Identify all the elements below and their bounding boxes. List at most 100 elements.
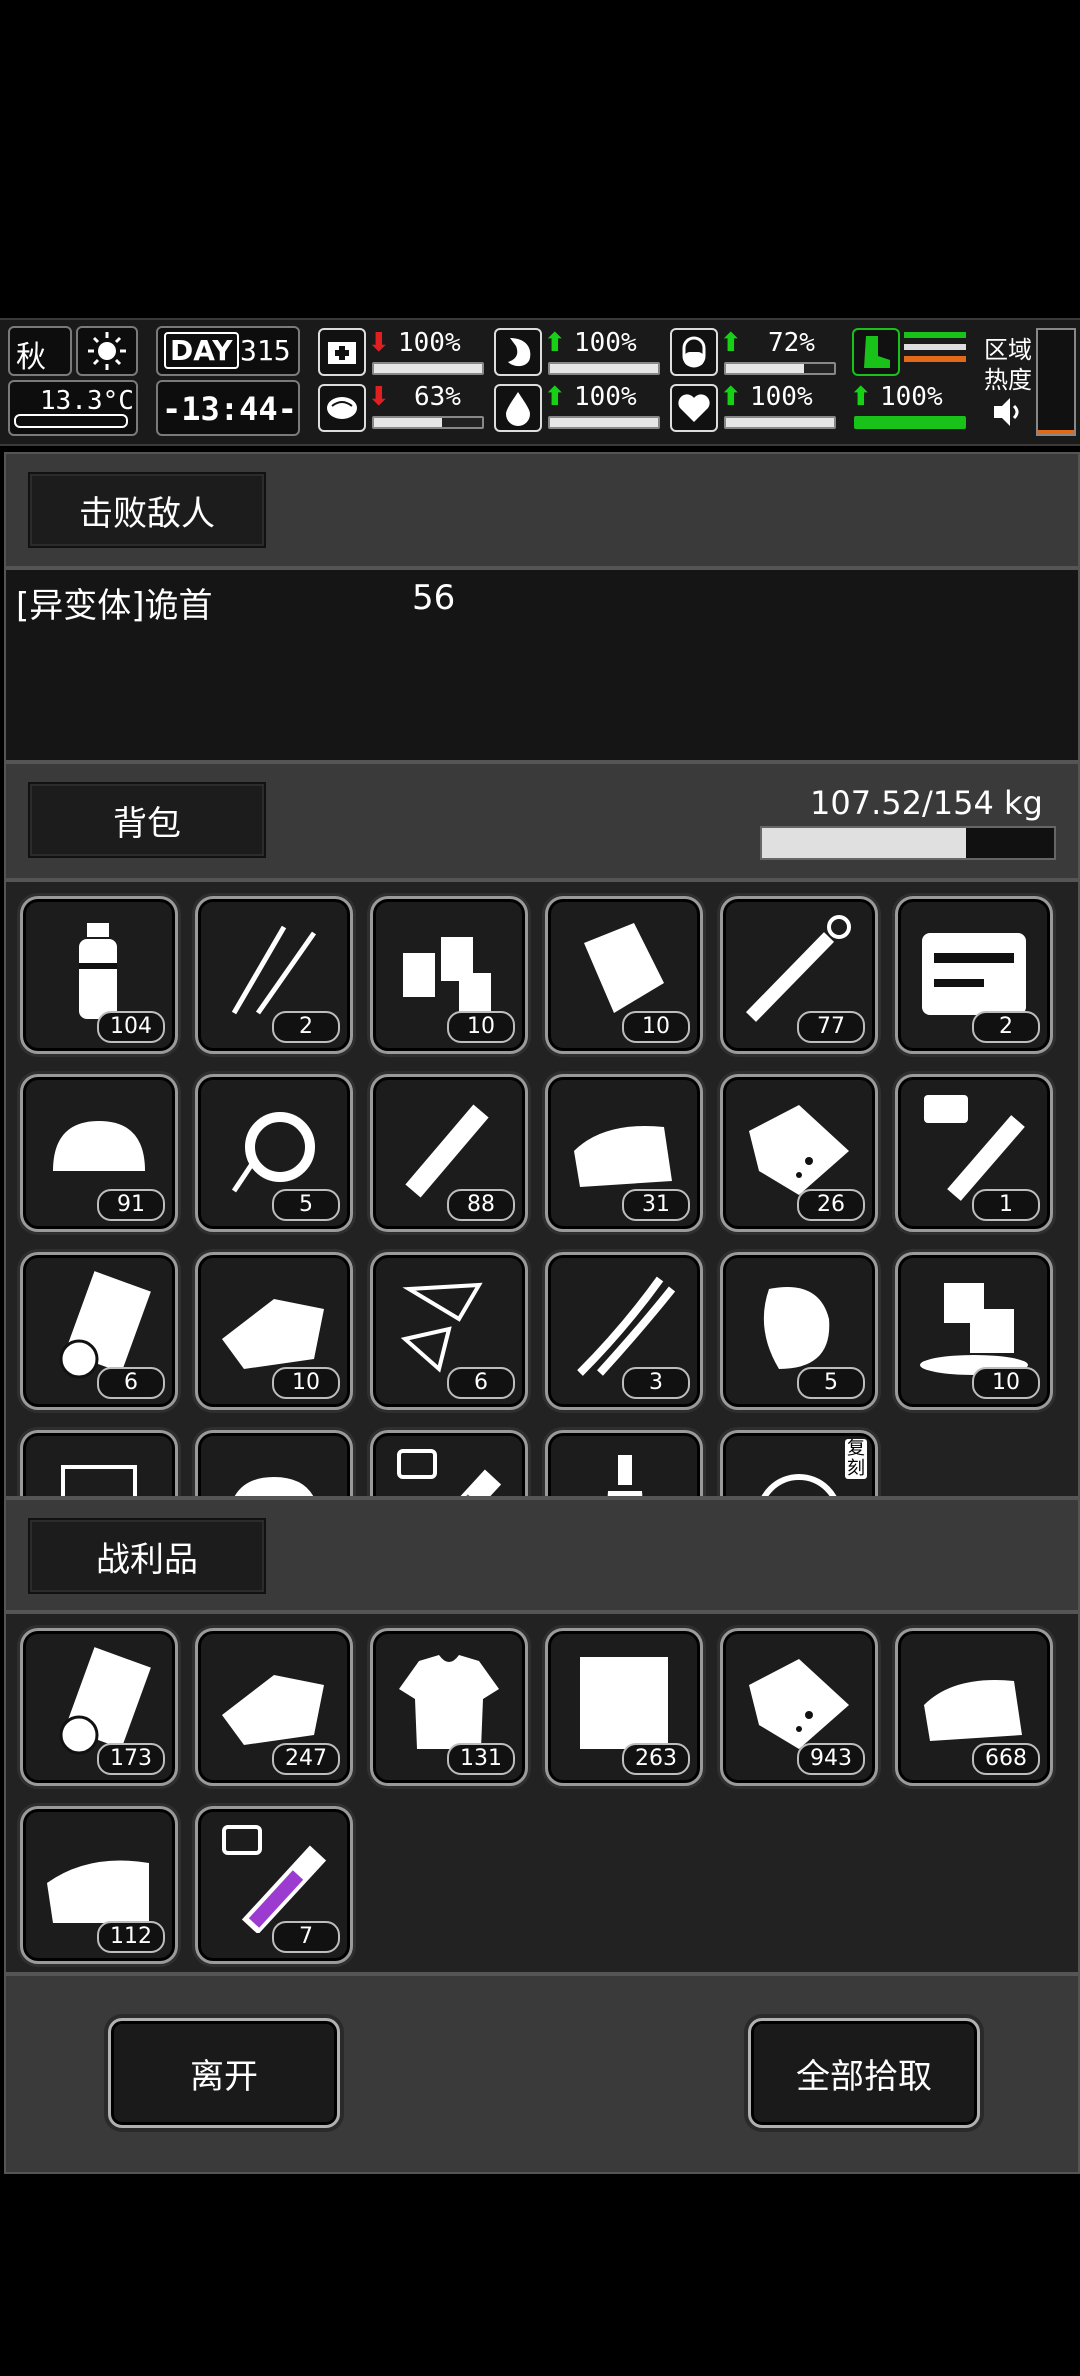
item-count: 112 <box>97 1921 165 1953</box>
glass-shards-icon <box>389 1269 509 1379</box>
steak-icon <box>739 1269 859 1379</box>
leave-button[interactable]: 离开 <box>108 2018 340 2128</box>
water-value: 100% <box>574 382 637 412</box>
loot-item-slot[interactable]: 112 <box>20 1806 178 1964</box>
tab-loot[interactable]: 战利品 <box>28 1518 266 1594</box>
loot-item-slot[interactable]: 247 <box>195 1628 353 1786</box>
season-label: 秋 <box>16 340 46 375</box>
syringe-icon <box>739 913 859 1023</box>
loot-item-slot[interactable]: 943 <box>720 1628 878 1786</box>
backpack-item-slot[interactable]: 77 <box>720 896 878 1054</box>
item-count: 6 <box>447 1367 515 1399</box>
backpack-item-slot[interactable] <box>545 1430 703 1496</box>
loot-item-slot[interactable]: 7 <box>195 1806 353 1964</box>
thermometer-icon <box>14 414 128 428</box>
heart-value: 100% <box>750 382 813 412</box>
backpack-item-slot[interactable]: 31 <box>545 1074 703 1232</box>
brain-value: 63% <box>414 382 461 412</box>
heart-icon[interactable] <box>670 384 718 432</box>
backpack-item-slot[interactable]: 5 <box>195 1074 353 1232</box>
ice-cubes-icon <box>914 1269 1034 1379</box>
item-count: 263 <box>622 1743 690 1775</box>
take-all-button[interactable]: 全部拾取 <box>748 2018 980 2128</box>
cloth-sheets-icon <box>214 1269 334 1379</box>
test-tube-icon <box>214 1823 334 1933</box>
pill-icon[interactable] <box>670 328 718 376</box>
cloth-icon <box>914 1645 1034 1755</box>
item-count: 943 <box>797 1743 865 1775</box>
item-count: 31 <box>622 1189 690 1221</box>
item-count: 77 <box>797 1011 865 1043</box>
medkit-icon[interactable] <box>318 328 366 376</box>
day-label: DAY <box>164 332 239 369</box>
bandage-roll-icon <box>564 913 684 1023</box>
item-count: 7 <box>272 1921 340 1953</box>
loot-item-slot[interactable]: 263 <box>545 1628 703 1786</box>
bread-icon <box>39 1091 159 1201</box>
pill-bottles-icon <box>389 913 509 1023</box>
backpack-item-slot[interactable]: 10 <box>895 1252 1053 1410</box>
loot-item-slot[interactable]: 131 <box>370 1628 528 1786</box>
backpack-item-slot[interactable]: 3 <box>545 1252 703 1410</box>
item-count: 668 <box>972 1743 1040 1775</box>
backpack-item-slot[interactable]: 88 <box>370 1074 528 1232</box>
stamina-bar <box>854 416 966 429</box>
tab-backpack[interactable]: 背包 <box>28 782 266 858</box>
item-count: 2 <box>272 1011 340 1043</box>
backpack-item-slot[interactable]: 复刻 <box>720 1430 878 1496</box>
clock-time: -13:44- <box>162 390 297 428</box>
fabric-icon <box>564 1645 684 1755</box>
loot-item-slot[interactable]: 668 <box>895 1628 1053 1786</box>
enemy-count: 56 <box>412 578 456 618</box>
backpack-item-slot[interactable]: 2 <box>895 896 1053 1054</box>
defeated-list: [异变体]诡首 56 <box>4 568 1080 762</box>
backpack-item-slot[interactable]: 104 <box>20 896 178 1054</box>
torn-shirt-icon <box>389 1645 509 1755</box>
tab-defeated-enemies[interactable]: 击败敌人 <box>28 472 266 548</box>
rope-icon <box>214 1091 334 1201</box>
item-count: 6 <box>97 1367 165 1399</box>
backpack-item-slot[interactable]: 26 <box>720 1074 878 1232</box>
backpack-item-slot[interactable]: 10 <box>545 896 703 1054</box>
backpack-item-slot[interactable]: 10 <box>195 1252 353 1410</box>
loot-item-slot[interactable]: 173 <box>20 1628 178 1786</box>
backpack-item-slot[interactable]: 1 <box>895 1074 1053 1232</box>
brain-trend-icon: ⬇ <box>368 382 390 412</box>
backpack-grid: 104 2 10 10 77 2 91 5 88 31 26 1 6 10 6 3 5 10 复刻 <box>4 880 1080 1498</box>
item-count: 91 <box>97 1189 165 1221</box>
backpack-item-slot[interactable]: 6 <box>20 1252 178 1410</box>
speaker-icon[interactable] <box>990 394 1026 430</box>
backpack-item-slot[interactable]: 91 <box>20 1074 178 1232</box>
stomach-icon[interactable] <box>494 328 542 376</box>
toolbox-icon <box>914 913 1034 1023</box>
item-count: 5 <box>272 1189 340 1221</box>
boot-icon[interactable] <box>852 328 900 376</box>
water-bar <box>548 416 660 429</box>
backpack-item-slot[interactable]: 5 <box>720 1252 878 1410</box>
lockpick-icon <box>214 913 334 1023</box>
pill-trend-icon: ⬆ <box>720 328 742 358</box>
backpack-item-slot[interactable] <box>20 1430 178 1496</box>
backpack-item-slot[interactable] <box>195 1430 353 1496</box>
stamina-value: 100% <box>880 382 943 412</box>
backpack-weight: 107.52/154 kg <box>810 784 1043 822</box>
actions-bar: 离开 全部拾取 <box>4 1974 1080 2174</box>
loot-header: 战利品 <box>4 1498 1080 1612</box>
backpack-item-slot[interactable] <box>370 1430 528 1496</box>
water-drop-icon[interactable] <box>494 384 542 432</box>
bottle-icon <box>564 1447 684 1496</box>
hunger-trend-icon: ⬆ <box>544 328 566 358</box>
item-count: 173 <box>97 1743 165 1775</box>
hunger-bar <box>548 362 660 375</box>
pill-value: 72% <box>768 328 815 358</box>
backpack-item-slot[interactable]: 6 <box>370 1252 528 1410</box>
item-count: 10 <box>622 1011 690 1043</box>
backpack-item-slot[interactable]: 10 <box>370 896 528 1054</box>
backpack-header: 背包 107.52/154 kg <box>4 762 1080 880</box>
item-count: 3 <box>622 1367 690 1399</box>
towel-icon <box>39 1823 159 1933</box>
item-count: 88 <box>447 1189 515 1221</box>
brain-icon[interactable] <box>318 384 366 432</box>
paper-roll-icon <box>39 1645 159 1755</box>
backpack-item-slot[interactable]: 2 <box>195 896 353 1054</box>
